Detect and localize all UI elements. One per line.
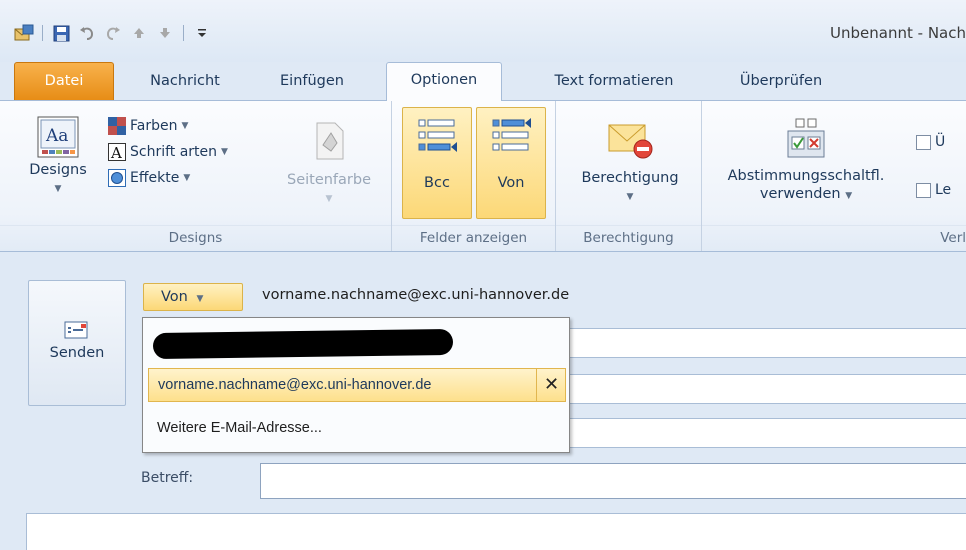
send-envelope-icon — [64, 321, 88, 339]
chevron-down-icon: ▼ — [221, 147, 228, 157]
von-label: Von — [161, 289, 188, 305]
berechtigung-group-label: Berechtigung — [556, 225, 701, 249]
option-checkbox-2-label: Le — [935, 182, 952, 198]
customize-qat-icon[interactable] — [192, 23, 212, 43]
from-address: vorname.nachname@exc.uni-hannover.de — [262, 287, 570, 303]
from-option-selected[interactable]: vorname.nachname@exc.uni-hannover.de ✕ — [148, 368, 566, 402]
chevron-down-icon: ▼ — [183, 173, 191, 183]
save-icon[interactable] — [51, 23, 71, 43]
designs-label: Designs — [29, 162, 87, 178]
abstimmung-label-line2-text: verwenden — [759, 186, 841, 202]
colors-icon — [108, 117, 126, 135]
option-checkbox-2[interactable]: Le — [916, 179, 951, 201]
remove-icon[interactable]: ✕ — [536, 368, 566, 402]
weitere-adresse-option[interactable]: Weitere E-Mail-Adresse... — [157, 420, 322, 436]
abstimmungsschaltflaechen-button[interactable]: Abstimmungsschaltfl. verwenden ▼ — [710, 113, 902, 217]
from-field-icon — [492, 118, 531, 151]
redacted-address[interactable] — [152, 328, 454, 360]
schriftarten-label: Schrift arten — [130, 144, 218, 160]
arrow-down-icon[interactable] — [155, 23, 175, 43]
permission-envelope-icon — [608, 124, 653, 159]
abstimmung-label-line2: verwenden ▼ — [710, 185, 902, 205]
abstimmung-label-line1: Abstimmungsschaltfl. — [727, 168, 885, 184]
felder-anzeigen-group-label: Felder anzeigen — [392, 225, 555, 249]
title-bar: Unbenannt - Nach — [0, 0, 966, 62]
designs-icon: Aa — [37, 116, 79, 158]
tab-optionen[interactable]: Optionen — [386, 62, 502, 101]
voting-buttons-icon — [787, 118, 825, 158]
tab-text-formatieren[interactable]: Text formatieren — [522, 64, 706, 100]
qat-separator — [183, 25, 184, 41]
chevron-down-icon: ▼ — [325, 194, 333, 204]
von-field-label: Von — [497, 175, 525, 191]
bcc-label: Bcc — [424, 175, 450, 191]
effekte-label: Effekte — [130, 170, 180, 186]
berechtigung-label: Berechtigung — [581, 170, 679, 186]
svg-text:Aa: Aa — [45, 126, 68, 146]
von-field-button[interactable]: Von — [476, 107, 546, 219]
message-body[interactable] — [26, 513, 966, 550]
tab-einfuegen[interactable]: Einfügen — [262, 64, 362, 100]
chevron-down-icon: ▼ — [196, 294, 204, 304]
schriftarten-button[interactable]: A Schrift arten ▼ — [108, 141, 228, 163]
chevron-down-icon: ▼ — [845, 191, 853, 201]
effekte-button[interactable]: Effekte ▼ — [108, 167, 190, 189]
from-dropdown-menu: vorname.nachname@exc.uni-hannover.de ✕ W… — [142, 317, 570, 453]
font-icon: A — [108, 143, 126, 161]
window-title: Unbenannt - Nach — [830, 24, 966, 42]
option-checkbox-1[interactable]: Ü — [916, 131, 945, 153]
tab-datei[interactable]: Datei — [14, 62, 114, 100]
qat-separator — [42, 25, 43, 41]
berechtigung-group: Berechtigung ▼ Berechtigung — [556, 101, 702, 251]
bcc-field[interactable] — [560, 418, 966, 448]
option-checkbox-1-label: Ü — [935, 134, 946, 150]
verlauf-group: Abstimmungsschaltfl. verwenden ▼ Ü Le Ve… — [702, 101, 966, 251]
farben-button[interactable]: Farben ▼ — [108, 115, 188, 137]
berechtigung-button[interactable]: Berechtigung ▼ — [564, 113, 696, 217]
redo-icon[interactable] — [103, 23, 123, 43]
betreff-label: Betreff: — [141, 470, 194, 486]
seitenfarbe-label: Seitenfarbe — [286, 172, 372, 188]
seitenfarbe-button[interactable]: Seitenfarbe ▼ — [270, 113, 388, 217]
arrow-up-icon[interactable] — [129, 23, 149, 43]
outlook-app-icon[interactable] — [14, 23, 34, 43]
designs-button[interactable]: Aa Designs ▼ — [14, 113, 102, 217]
to-field[interactable] — [560, 328, 966, 358]
ribbon-optionen: Aa Designs ▼ Farben ▼ A Schrift arten ▼ … — [0, 100, 966, 252]
svg-text:A: A — [110, 144, 122, 161]
felder-anzeigen-group: Bcc Von Felder anzeigen — [392, 101, 556, 251]
tab-ueberpruefen[interactable]: Überprüfen — [726, 64, 836, 100]
designs-group: Aa Designs ▼ Farben ▼ A Schrift arten ▼ … — [0, 101, 392, 251]
von-dropdown-button[interactable]: Von ▼ — [143, 283, 243, 311]
designs-group-label: Designs — [0, 225, 391, 249]
effects-icon — [108, 169, 126, 187]
undo-icon[interactable] — [77, 23, 97, 43]
send-button[interactable]: Senden — [28, 280, 126, 406]
checkbox-icon[interactable] — [916, 134, 931, 150]
verlauf-group-label: Verl — [702, 225, 966, 249]
page-color-icon — [316, 122, 344, 160]
chevron-down-icon: ▼ — [181, 121, 189, 131]
chevron-down-icon: ▼ — [54, 184, 62, 194]
checkbox-icon[interactable] — [916, 182, 931, 198]
betreff-input[interactable] — [260, 463, 966, 499]
cc-field[interactable] — [560, 374, 966, 404]
farben-label: Farben — [130, 118, 178, 134]
tab-nachricht[interactable]: Nachricht — [130, 64, 240, 100]
chevron-down-icon: ▼ — [626, 192, 634, 202]
quick-access-toolbar — [14, 22, 212, 44]
send-label: Senden — [49, 345, 105, 361]
bcc-button[interactable]: Bcc — [402, 107, 472, 219]
bcc-field-icon — [418, 119, 457, 152]
from-option-address: vorname.nachname@exc.uni-hannover.de — [158, 377, 432, 393]
ribbon-tabs: Datei Nachricht Einfügen Optionen Text f… — [0, 62, 966, 101]
